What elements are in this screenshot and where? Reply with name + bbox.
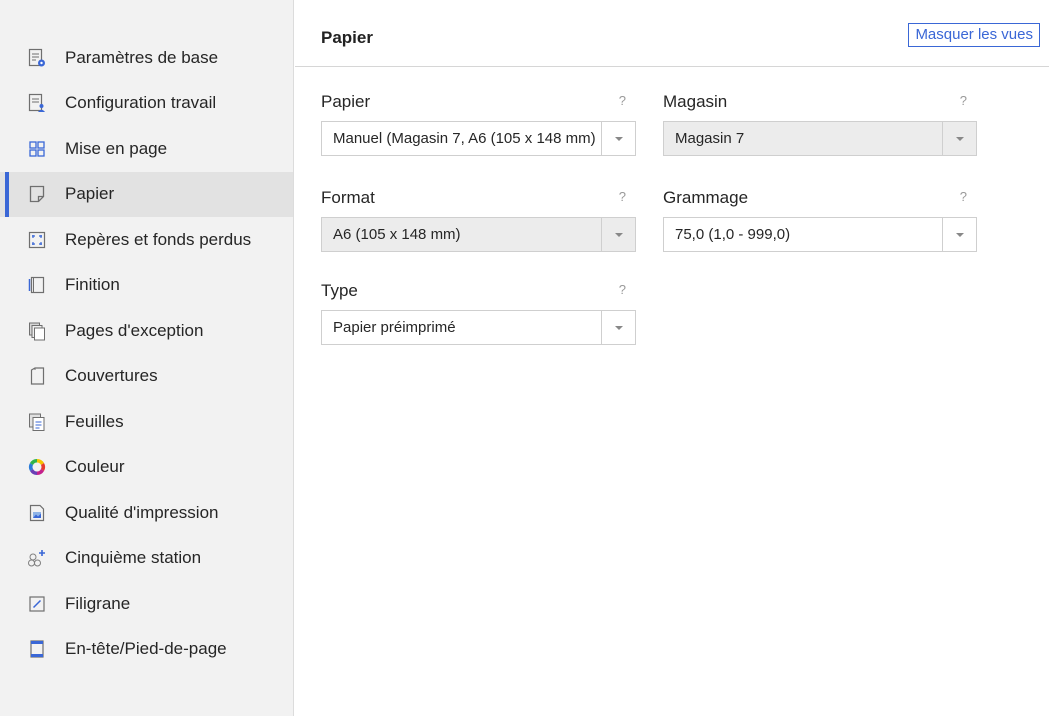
header-footer-icon xyxy=(27,639,47,659)
type-select[interactable]: Papier préimprimé xyxy=(321,310,636,345)
sidebar-item-label: Cinquième station xyxy=(65,548,202,568)
weight-label: Grammage xyxy=(663,188,749,207)
sidebar-item-configuration-travail[interactable]: Configuration travail xyxy=(0,81,293,127)
sidebar-item-mise-en-page[interactable]: Mise en page xyxy=(0,126,293,172)
tray-label: Magasin xyxy=(663,92,728,111)
sidebar-item-cinquieme-station[interactable]: Cinquième station xyxy=(0,536,293,582)
main-header: Papier Masquer les vues xyxy=(295,0,1049,67)
paper-help-icon[interactable]: ? xyxy=(619,93,626,108)
fifth-station-icon xyxy=(27,548,47,568)
watermark-icon xyxy=(27,594,47,614)
finishing-icon xyxy=(27,275,47,295)
sidebar-item-couleur[interactable]: Couleur xyxy=(0,445,293,491)
paper-select[interactable]: Manuel (Magasin 7, A6 (105 x 148 mm) xyxy=(321,121,636,156)
weight-select[interactable]: 75,0 (1,0 - 999,0) xyxy=(663,217,977,252)
tray-select-value: Magasin 7 xyxy=(675,130,745,147)
chevron-down-icon[interactable] xyxy=(601,122,635,155)
format-select[interactable]: A6 (105 x 148 mm) xyxy=(321,217,636,252)
sidebar-item-label: Repères et fonds perdus xyxy=(65,229,252,249)
sidebar-item-label: Couvertures xyxy=(65,366,158,386)
sidebar-item-papier[interactable]: Papier xyxy=(0,171,293,217)
sidebar-item-couvertures[interactable]: Couvertures xyxy=(0,354,293,400)
chevron-down-icon[interactable] xyxy=(942,218,976,251)
sidebar-item-label: Filigrane xyxy=(65,593,131,613)
layout-grid-icon xyxy=(27,139,47,159)
basic-settings-icon xyxy=(27,48,47,68)
sidebar-item-label: Feuilles xyxy=(65,411,124,431)
weight-select-value: 75,0 (1,0 - 999,0) xyxy=(675,226,791,243)
color-wheel-icon xyxy=(27,457,47,477)
format-field: Format ? A6 (105 x 148 mm) xyxy=(321,187,636,252)
sidebar-item-label: Papier xyxy=(65,184,115,204)
paper-field: Papier ? Manuel (Magasin 7, A6 (105 x 14… xyxy=(321,91,636,156)
format-select-value: A6 (105 x 148 mm) xyxy=(333,226,461,243)
covers-icon xyxy=(27,366,47,386)
type-field: Type ? Papier préimprimé xyxy=(321,280,636,345)
sidebar-item-label: Paramètres de base xyxy=(65,47,219,67)
paper-icon xyxy=(27,184,47,204)
hide-views-button[interactable]: Masquer les vues xyxy=(908,23,1040,47)
sidebar-item-label: En-tête/Pied-de-page xyxy=(65,639,227,659)
sidebar: Paramètres de base Configuration travail… xyxy=(0,0,294,716)
sidebar-item-label: Configuration travail xyxy=(65,93,217,113)
sidebar-item-en-tete-pied-de-page[interactable]: En-tête/Pied-de-page xyxy=(0,627,293,673)
weight-field: Grammage ? 75,0 (1,0 - 999,0) xyxy=(663,187,977,252)
exception-pages-icon xyxy=(27,321,47,341)
sidebar-item-qualite-d-impression[interactable]: Qualité d'impression xyxy=(0,490,293,536)
paper-select-value: Manuel (Magasin 7, A6 (105 x 148 mm) xyxy=(333,130,596,147)
main-panel: Papier Masquer les vues Papier ? Manuel … xyxy=(295,0,1049,716)
sidebar-item-filigrane[interactable]: Filigrane xyxy=(0,581,293,627)
sheets-icon xyxy=(27,412,47,432)
chevron-down-icon[interactable] xyxy=(601,218,635,251)
type-help-icon[interactable]: ? xyxy=(619,282,626,297)
sidebar-item-label: Qualité d'impression xyxy=(65,502,219,522)
chevron-down-icon[interactable] xyxy=(942,122,976,155)
page-title: Papier xyxy=(321,28,373,47)
sidebar-item-feuilles[interactable]: Feuilles xyxy=(0,399,293,445)
tray-field: Magasin ? Magasin 7 xyxy=(663,91,977,156)
paper-label: Papier xyxy=(321,92,371,111)
print-quality-icon xyxy=(27,503,47,523)
chevron-down-icon[interactable] xyxy=(601,311,635,344)
crop-marks-icon xyxy=(27,230,47,250)
type-label: Type xyxy=(321,281,358,300)
format-label: Format xyxy=(321,188,375,207)
sidebar-item-reperes-et-fonds-perdus[interactable]: Repères et fonds perdus xyxy=(0,217,293,263)
type-select-value: Papier préimprimé xyxy=(333,319,456,336)
job-config-icon xyxy=(27,93,47,113)
sidebar-item-parametres-de-base[interactable]: Paramètres de base xyxy=(0,35,293,81)
weight-help-icon[interactable]: ? xyxy=(960,189,967,204)
sidebar-item-label: Mise en page xyxy=(65,138,168,158)
format-help-icon[interactable]: ? xyxy=(619,189,626,204)
sidebar-item-finition[interactable]: Finition xyxy=(0,263,293,309)
sidebar-item-label: Finition xyxy=(65,275,120,295)
tray-select[interactable]: Magasin 7 xyxy=(663,121,977,156)
tray-help-icon[interactable]: ? xyxy=(960,93,967,108)
sidebar-item-label: Pages d'exception xyxy=(65,320,204,340)
sidebar-item-label: Couleur xyxy=(65,457,125,477)
sidebar-item-pages-d-exception[interactable]: Pages d'exception xyxy=(0,308,293,354)
